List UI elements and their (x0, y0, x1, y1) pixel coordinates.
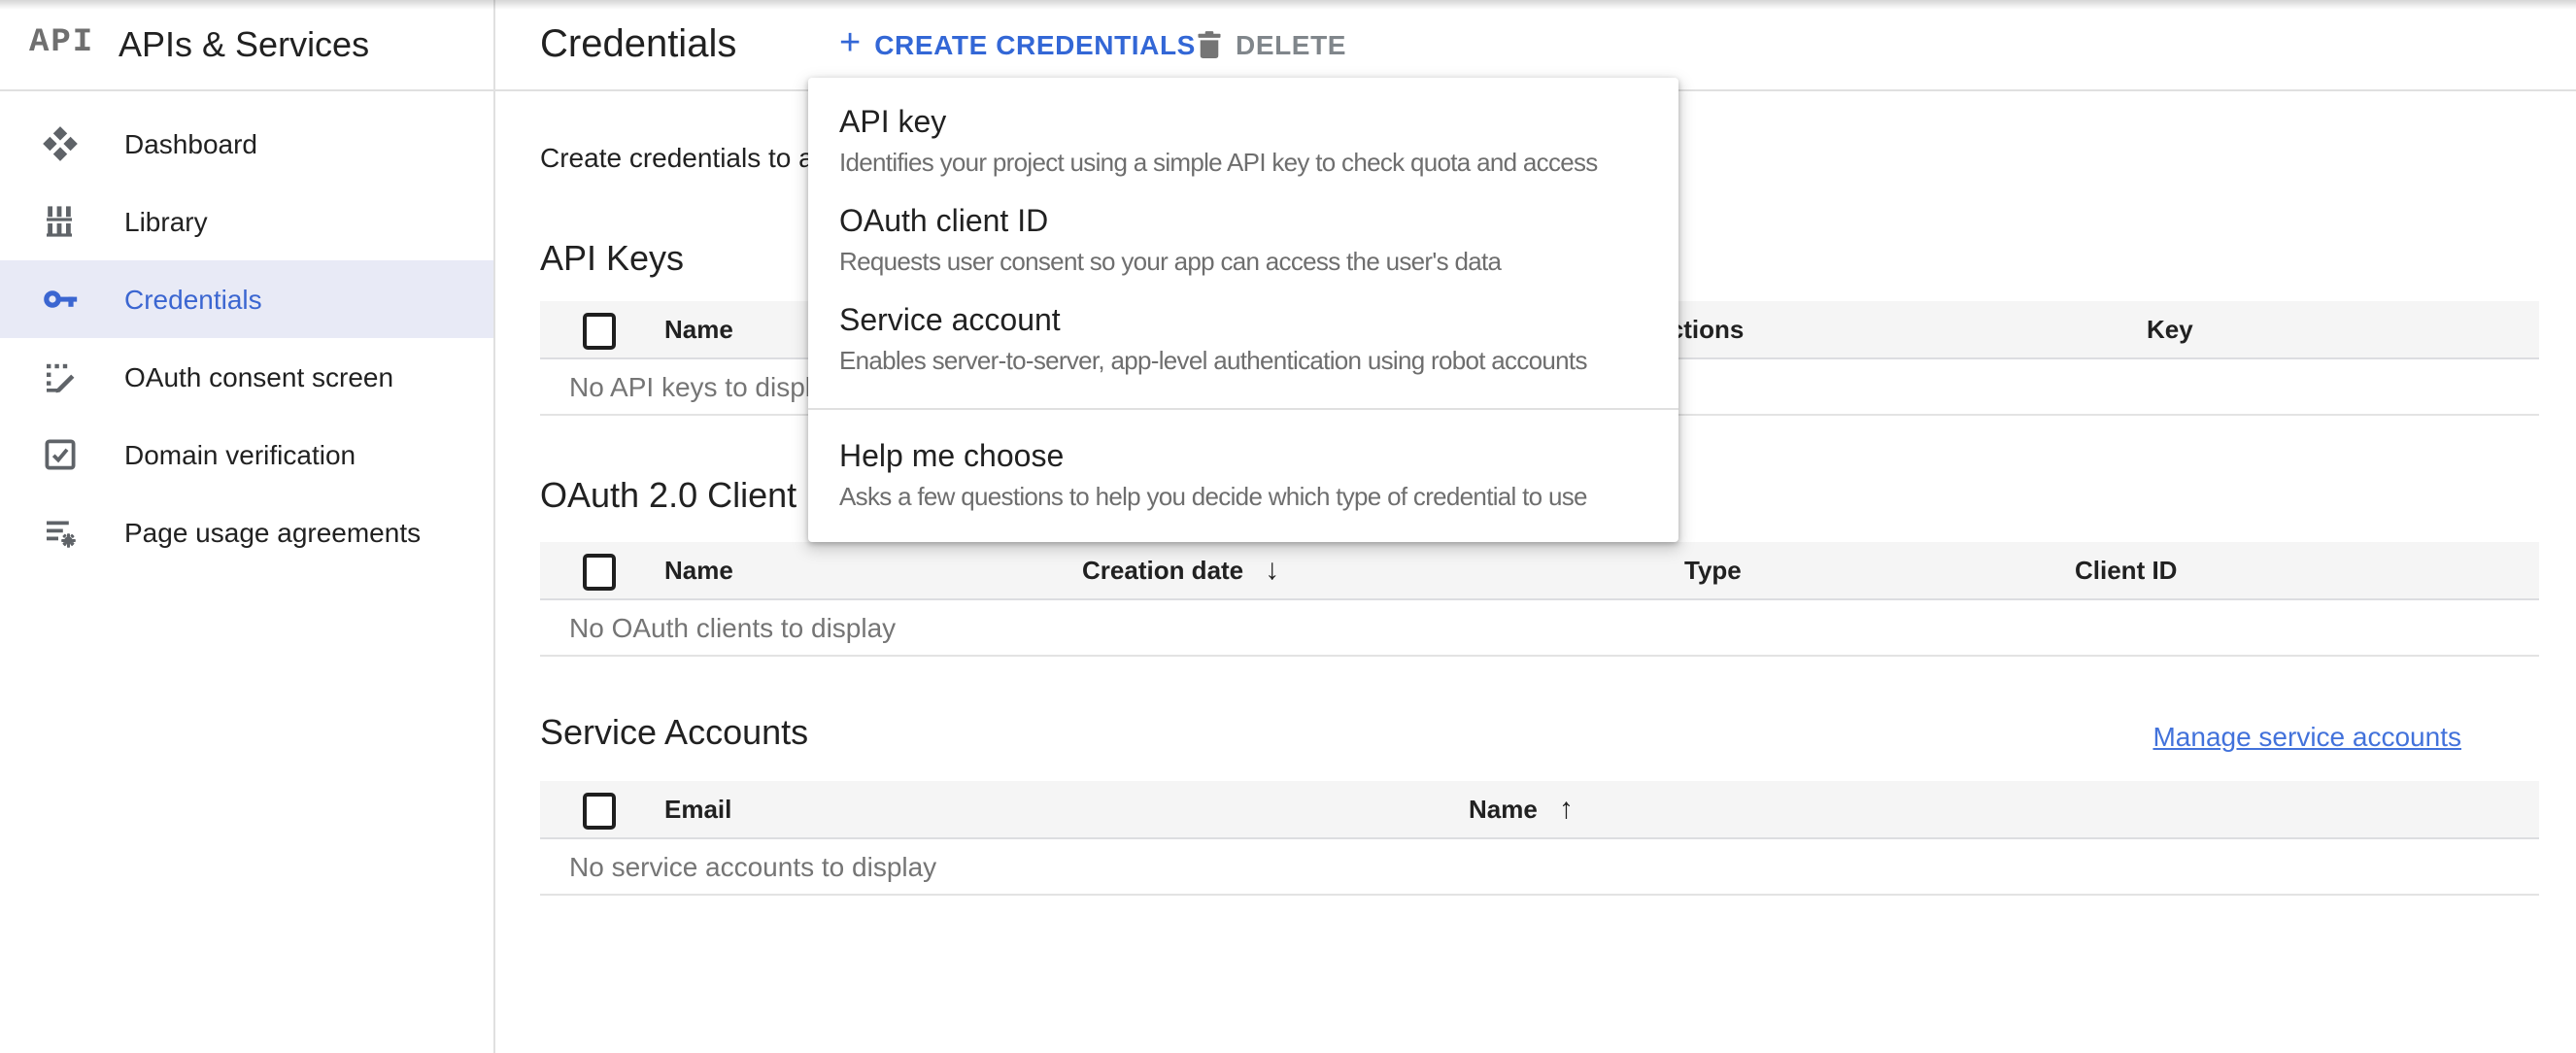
menu-item-description: Requests user consent so your app can ac… (839, 245, 1647, 280)
menu-item-description: Enables server-to-server, app-level auth… (839, 344, 1647, 379)
column-header-creation-date[interactable]: Creation date (1082, 542, 1279, 598)
domain-verification-icon (43, 437, 78, 472)
sidebar-item-label: Domain verification (124, 439, 356, 470)
app-title: APIs & Services (119, 0, 369, 89)
sidebar-item-domain-verification[interactable]: Domain verification (0, 416, 493, 493)
menu-item-title: Help me choose (839, 439, 1647, 478)
menu-item-description: Asks a few questions to help you decide … (839, 480, 1647, 515)
column-header-client-id: Client ID (2075, 542, 2177, 598)
library-icon (43, 204, 78, 239)
menu-item-service-account[interactable]: Service account Enables server-to-server… (808, 291, 1678, 391)
sidebar-item-label: Dashboard (124, 128, 257, 159)
column-header-type: Type (1684, 542, 1742, 598)
empty-state-text: No API keys to display (569, 371, 840, 402)
menu-item-description: Identifies your project using a simple A… (839, 146, 1647, 181)
sidebar-item-label: OAuth consent screen (124, 361, 393, 392)
column-header-name: Name (664, 301, 733, 357)
select-all-checkbox[interactable] (583, 313, 616, 350)
sidebar-divider (493, 0, 495, 1053)
sidebar: Dashboard Library (0, 105, 493, 571)
dashboard-icon (43, 126, 78, 161)
column-header-name: Name (664, 542, 733, 598)
sort-ascending-icon (1559, 793, 1574, 826)
sidebar-item-oauth-consent-screen[interactable]: OAuth consent screen (0, 338, 493, 416)
empty-state-row: No service accounts to display (540, 839, 2539, 896)
menu-divider (808, 408, 1678, 410)
delete-label: DELETE (1236, 29, 1346, 60)
key-icon (43, 282, 78, 317)
section-heading-service-accounts: Service Accounts (540, 711, 808, 754)
sidebar-item-label: Library (124, 206, 208, 237)
oauth-consent-icon (43, 359, 78, 394)
oauth-clients-table: Name Creation date Type Client ID No OAu… (540, 542, 2539, 657)
manage-service-accounts-link[interactable]: Manage service accounts (2152, 721, 2461, 752)
credentials-page: API APIs & Services Credentials CREATE C… (0, 0, 2576, 1053)
empty-state-text: No service accounts to display (569, 851, 936, 882)
page-title: Credentials (540, 0, 736, 89)
table-header-row: Email Name (540, 781, 2539, 839)
section-heading-api-keys: API Keys (540, 237, 684, 280)
column-header-email: Email (664, 781, 731, 837)
menu-item-oauth-client-id[interactable]: OAuth client ID Requests user consent so… (808, 192, 1678, 291)
menu-item-title: OAuth client ID (839, 204, 1647, 243)
empty-state-text: No OAuth clients to display (569, 612, 896, 643)
select-all-checkbox[interactable] (583, 554, 616, 591)
service-accounts-table: Email Name No service accounts to displa… (540, 781, 2539, 896)
table-header-row: Name Creation date Type Client ID (540, 542, 2539, 600)
create-credentials-label: CREATE CREDENTIALS (874, 29, 1196, 60)
create-credentials-button[interactable]: CREATE CREDENTIALS (824, 16, 1211, 74)
api-logo: API (29, 0, 94, 89)
empty-state-row: No OAuth clients to display (540, 600, 2539, 657)
create-credentials-menu: API key Identifies your project using a … (808, 78, 1678, 542)
page-usage-icon (43, 515, 78, 550)
menu-item-help-me-choose[interactable]: Help me choose Asks a few questions to h… (808, 427, 1678, 526)
menu-item-api-key[interactable]: API key Identifies your project using a … (808, 93, 1678, 192)
sort-descending-icon (1265, 554, 1279, 587)
intro-text: Create credentials to acc (540, 142, 841, 175)
trash-icon (1197, 30, 1222, 59)
sidebar-item-label: Page usage agreements (124, 517, 421, 548)
plus-icon (839, 16, 861, 74)
sidebar-item-page-usage-agreements[interactable]: Page usage agreements (0, 493, 493, 571)
delete-button[interactable]: DELETE (1181, 16, 1362, 74)
menu-item-title: API key (839, 105, 1647, 144)
sidebar-item-credentials[interactable]: Credentials (0, 260, 493, 338)
sidebar-item-library[interactable]: Library (0, 183, 493, 260)
column-header-name[interactable]: Name (1469, 781, 1574, 837)
sidebar-item-dashboard[interactable]: Dashboard (0, 105, 493, 183)
select-all-checkbox[interactable] (583, 793, 616, 830)
sidebar-item-label: Credentials (124, 284, 262, 315)
menu-item-title: Service account (839, 303, 1647, 342)
column-header-key: Key (2147, 301, 2193, 357)
